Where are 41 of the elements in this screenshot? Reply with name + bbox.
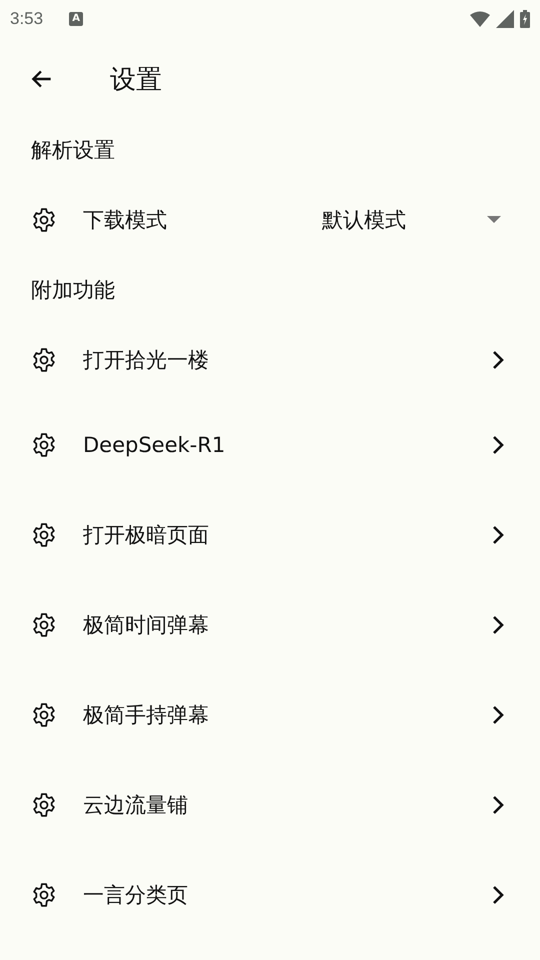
- gear-icon: [31, 207, 57, 233]
- dropdown-caret-icon[interactable]: [487, 216, 501, 224]
- settings-row[interactable]: 云边流量铺: [0, 760, 540, 850]
- section-header: 附加功能: [30, 277, 116, 304]
- row-label: 下载模式: [83, 207, 168, 234]
- settings-row[interactable]: DeepSeek-R1: [0, 400, 540, 490]
- row-label: DeepSeek-R1: [83, 433, 226, 457]
- chevron-right-icon: [491, 705, 505, 725]
- status-time: 3:53: [10, 9, 44, 29]
- chevron-right-icon: [491, 615, 505, 635]
- row-label: 极简手持弹幕: [83, 702, 210, 729]
- settings-row[interactable]: 打开拾光一楼: [0, 320, 540, 400]
- signal-icon: [496, 10, 514, 28]
- chevron-right-icon: [491, 350, 505, 370]
- settings-row[interactable]: 极简时间弹幕: [0, 580, 540, 670]
- settings-row[interactable]: 打开极暗页面: [0, 490, 540, 580]
- row-label: 打开拾光一楼: [83, 347, 210, 374]
- settings-row[interactable]: 下载模式 默认模式: [0, 180, 540, 260]
- gear-icon: [31, 432, 57, 458]
- gear-icon: [31, 347, 57, 373]
- section-header: 解析设置: [30, 137, 116, 164]
- notification-icon: A: [69, 12, 84, 26]
- row-label: 极简时间弹幕: [83, 612, 210, 639]
- row-label: 一言分类页: [83, 882, 189, 909]
- settings-row[interactable]: 一言分类页: [0, 850, 540, 940]
- chevron-right-icon: [491, 435, 505, 455]
- gear-icon: [31, 882, 57, 908]
- row-label: 打开极暗页面: [83, 522, 210, 549]
- chevron-right-icon: [491, 885, 505, 905]
- gear-icon: [31, 792, 57, 818]
- settings-row[interactable]: 极简手持弹幕: [0, 670, 540, 760]
- gear-icon: [31, 702, 57, 728]
- page-title: 设置: [110, 64, 162, 96]
- chevron-right-icon: [491, 525, 505, 545]
- gear-icon: [31, 522, 57, 548]
- dropdown-value[interactable]: 默认模式: [322, 206, 487, 234]
- chevron-right-icon: [491, 795, 505, 815]
- row-label: 云边流量铺: [83, 792, 189, 819]
- gear-icon: [31, 612, 57, 638]
- battery-icon: [520, 10, 530, 28]
- wifi-icon: [470, 11, 490, 27]
